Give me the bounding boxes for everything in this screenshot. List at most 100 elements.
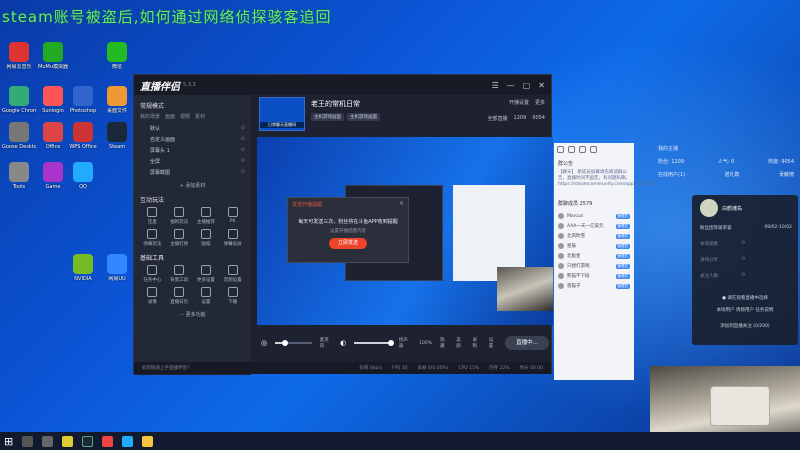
- help-link[interactable]: 如何快速上手直播伴侣?: [142, 365, 189, 371]
- desktop-icon[interactable]: 网易UU: [100, 254, 134, 282]
- interact-tool[interactable]: 福利玩法: [167, 207, 192, 225]
- start-live-button[interactable]: 直播中...: [505, 336, 549, 350]
- speaker-slider[interactable]: [354, 340, 395, 346]
- list-item[interactable]: 北风吹雪 管理员: [554, 231, 634, 241]
- more-button[interactable]: 更多: [535, 99, 545, 106]
- interact-tool[interactable]: 弹幕玩法: [140, 229, 165, 247]
- desktop-icon[interactable]: MuMu模拟器: [36, 42, 70, 70]
- list-item[interactable]: 只想打游戏 管理员: [554, 261, 634, 271]
- desktop-icon[interactable]: Tools: [2, 162, 36, 190]
- interact-tool[interactable]: 连麦: [140, 207, 165, 225]
- settings-button[interactable]: 设置: [489, 337, 497, 349]
- record-button[interactable]: 录制: [473, 337, 481, 349]
- list-item[interactable]: 默认 ⊙: [140, 123, 245, 134]
- minimize-icon[interactable]: —: [507, 81, 515, 90]
- room-tag[interactable]: 主机游戏画面: [311, 113, 344, 121]
- room-tag[interactable]: 主机游戏画面: [347, 113, 380, 121]
- interact-tool[interactable]: 主播推荐: [194, 207, 219, 225]
- beauty-button[interactable]: 美颜: [456, 337, 464, 349]
- basic-tool[interactable]: 直播日历: [167, 287, 192, 305]
- file-explorer-icon[interactable]: [142, 435, 154, 447]
- interact-tool[interactable]: 弹幕投屏: [220, 229, 245, 247]
- desktop-icon[interactable]: 微信: [100, 42, 134, 70]
- desktop-icon[interactable]: 桌面文件: [100, 86, 134, 114]
- desktop-icon[interactable]: WPS Office: [66, 122, 100, 150]
- chrome-icon[interactable]: [62, 435, 74, 447]
- room-cover[interactable]: 日常聊天直播间: [259, 97, 305, 131]
- desktop-icon[interactable]: Office: [36, 122, 70, 150]
- desktop-icon[interactable]: NVIDIA: [66, 254, 100, 282]
- steam-icon[interactable]: [82, 435, 94, 447]
- emoji-icon[interactable]: [579, 146, 586, 153]
- basic-tool[interactable]: 音频设置: [220, 265, 245, 283]
- live-category[interactable]: 全部直播: [488, 115, 508, 122]
- desktop-icon[interactable]: Goose Desktop: [2, 122, 36, 150]
- qq-icon[interactable]: [122, 435, 134, 447]
- interact-tool[interactable]: 贴纸: [194, 229, 219, 247]
- live-settings-button[interactable]: 开播设置: [509, 99, 529, 106]
- eye-icon[interactable]: ⊙: [241, 147, 245, 154]
- settings-icon[interactable]: [590, 146, 597, 153]
- tab-gifts[interactable]: 送礼数: [725, 171, 740, 178]
- basic-tool[interactable]: 下播: [220, 287, 245, 305]
- screen-icon[interactable]: [557, 146, 564, 153]
- list-item[interactable]: 屏幕头 1 ⊙: [140, 145, 245, 156]
- desktop-icon[interactable]: 网易云音乐: [2, 42, 36, 70]
- room-title[interactable]: 老王的常机日常: [311, 99, 360, 109]
- tab-image[interactable]: 画面: [165, 113, 175, 120]
- interact-tool[interactable]: 主播打榜: [167, 229, 192, 247]
- list-item[interactable]: AAA一天一亿美元 管理员: [554, 221, 634, 231]
- list-item[interactable]: 北极星 管理员: [554, 251, 634, 261]
- desktop-icon[interactable]: Sunlogin: [36, 86, 70, 114]
- send-now-button[interactable]: 立即发送: [329, 238, 367, 249]
- basic-tool[interactable]: 设置: [194, 287, 219, 305]
- list-item[interactable]: Marcus 管理员: [554, 211, 634, 221]
- live-assistant-taskbar-icon[interactable]: [102, 435, 114, 447]
- task-view-icon[interactable]: [42, 435, 54, 447]
- more-functions-button[interactable]: ··· 更多功能: [140, 311, 245, 318]
- eye-icon[interactable]: ⊙: [241, 169, 245, 176]
- tab-ranking[interactable]: 贡献榜: [779, 171, 794, 178]
- close-icon[interactable]: ✕: [538, 81, 545, 90]
- dialog-link[interactable]: 设置开播提醒内容: [288, 228, 408, 234]
- desktop-icon[interactable]: Google Chrome: [2, 86, 36, 114]
- footer-tabs[interactable]: 本场用户 周榜用户 任务说明: [692, 307, 798, 313]
- list-item[interactable]: 星辰 管理员: [554, 241, 634, 251]
- close-icon[interactable]: ×: [399, 200, 404, 207]
- hide-button[interactable]: 隐藏: [440, 337, 448, 349]
- eye-icon[interactable]: ⊙: [241, 136, 245, 143]
- list-item[interactable]: 熊猫不下班 管理员: [554, 271, 634, 281]
- eye-icon[interactable]: ⊙: [241, 125, 245, 132]
- stream-preview[interactable]: 发送开播提醒 × 每天可发送三次，粉丝将在斗鱼APP收到提醒 设置开播提醒内容 …: [257, 137, 553, 325]
- scene-section-title[interactable]: 常规模式: [140, 101, 245, 110]
- tab-video[interactable]: 视频: [180, 113, 190, 120]
- basic-tool[interactable]: 更多设置: [194, 265, 219, 283]
- link-icon[interactable]: [568, 146, 575, 153]
- desktop-icon[interactable]: Steam: [100, 122, 134, 150]
- mic-icon[interactable]: ◎: [261, 339, 267, 347]
- desktop-icon[interactable]: Game: [36, 162, 70, 190]
- windows-start-icon[interactable]: ⊞: [4, 435, 13, 448]
- mic-slider[interactable]: [275, 340, 312, 346]
- basic-tool[interactable]: 背景工具: [167, 265, 192, 283]
- desktop-icon[interactable]: QQ: [66, 162, 100, 190]
- list-item[interactable]: 屏幕截图 ⊙: [140, 167, 245, 178]
- add-material-button[interactable]: + 添加素材: [140, 182, 245, 189]
- interact-tool[interactable]: PK: [220, 207, 245, 225]
- basic-tool[interactable]: 录像: [140, 287, 165, 305]
- eye-icon[interactable]: ⊙: [241, 158, 245, 165]
- list-item[interactable]: 自定义画面 ⊙: [140, 134, 245, 145]
- footer-link[interactable]: ● 请在观看直播中选择: [692, 295, 798, 301]
- menu-icon[interactable]: ☰: [492, 81, 499, 90]
- search-icon[interactable]: [22, 435, 34, 447]
- speaker-icon[interactable]: ◐: [340, 339, 346, 347]
- tab-online-users[interactable]: 在线用户(1): [658, 171, 685, 178]
- basic-tool[interactable]: 任务中心: [140, 265, 165, 283]
- add-follow-button[interactable]: 添加到直播关注 (0/200): [692, 323, 798, 329]
- tab-my-scene[interactable]: 我的场景: [140, 113, 160, 120]
- list-item[interactable]: 夜猫子 管理员: [554, 281, 634, 291]
- tab-material[interactable]: 素材: [195, 113, 205, 120]
- list-item[interactable]: 全屏 ⊙: [140, 156, 245, 167]
- desktop-icon[interactable]: Photoshop: [66, 86, 100, 114]
- maximize-icon[interactable]: ▢: [523, 81, 531, 90]
